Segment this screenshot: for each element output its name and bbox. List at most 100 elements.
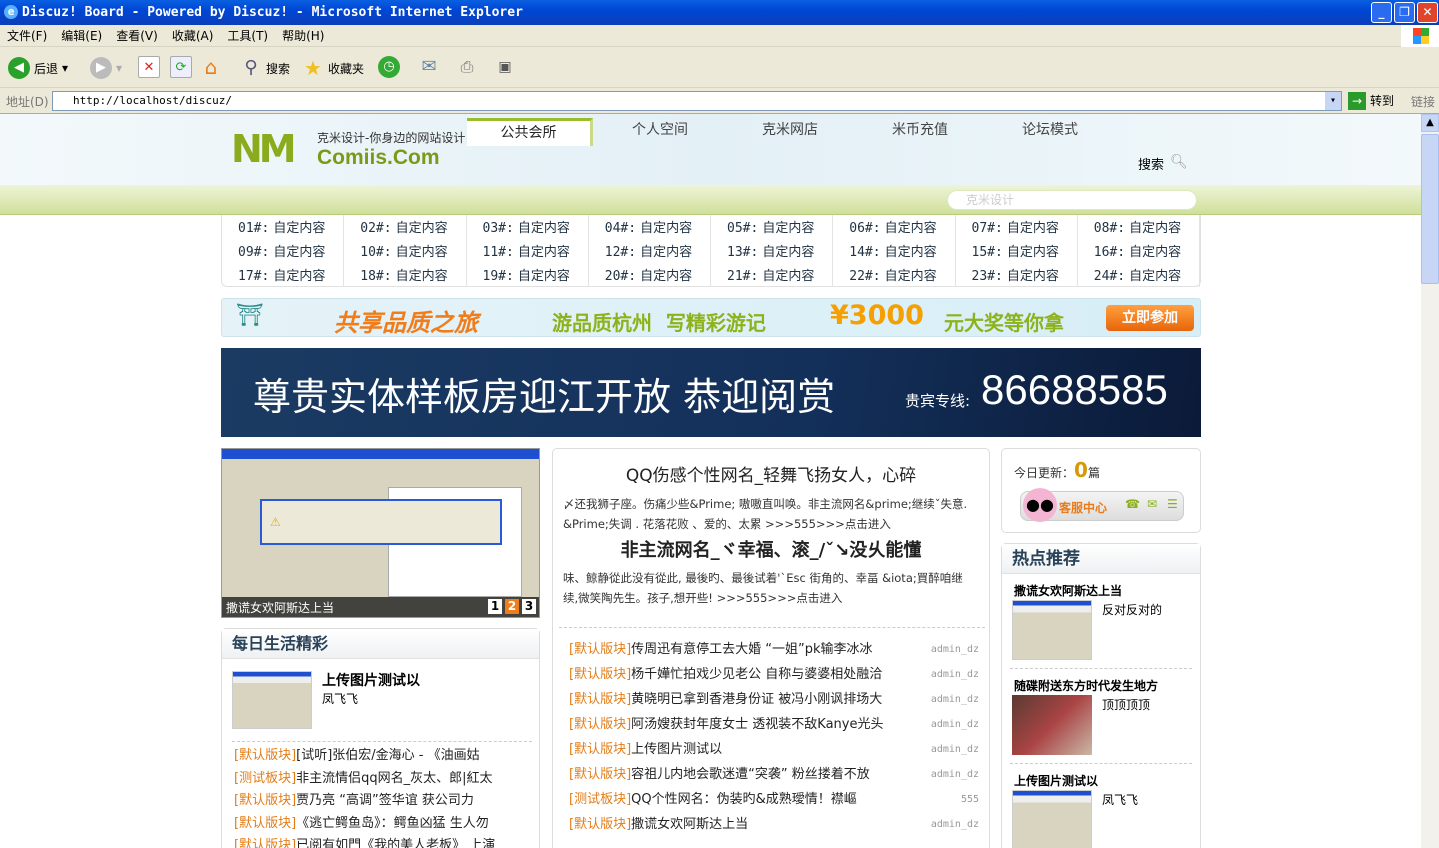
thread-row[interactable]: [测试板块]QQ个性网名：伪装旳&成熟璦情！襟嶇 555 (569, 787, 979, 812)
thread-title[interactable]: QQ个性网名：伪装旳&成熟璦情！襟嶇 (631, 792, 857, 807)
thread-row[interactable]: [默认版块]黄晓明已拿到香港身份证 被冯小刚讽排场大 admin_dz (569, 687, 979, 712)
nav-tab-public[interactable]: 公共会所 (467, 118, 593, 146)
daily-feature-title[interactable]: 上传图片测试以 (322, 670, 420, 690)
nav-tab-space[interactable]: 个人空间 (597, 118, 723, 146)
hot-item-thumbnail[interactable] (1012, 695, 1092, 755)
category-label[interactable]: [默认版块] (234, 748, 296, 763)
refresh-icon[interactable]: ⟳ (170, 56, 192, 78)
thread-category[interactable]: [默认版块] (569, 642, 631, 657)
custom-link[interactable]: 01#: 自定内容 (222, 215, 345, 239)
hot-item-thumbnail[interactable] (1012, 790, 1092, 848)
thread-row[interactable]: [默认版块]杨千嬅忙拍戏少见老公 自称与婆婆相处融洽 admin_dz (569, 662, 979, 687)
thread-category[interactable]: [默认版块] (569, 817, 631, 832)
address-dropdown-icon[interactable]: ▾ (1325, 92, 1341, 110)
thread-author[interactable]: admin_dz (931, 637, 979, 662)
thread-category[interactable]: [默认版块] (569, 717, 631, 732)
thread-title[interactable]: 撒谎女欢阿斯达上当 (631, 817, 748, 832)
menu-file[interactable]: 文件(F) (0, 25, 54, 47)
custom-link[interactable]: 11#: 自定内容 (467, 239, 589, 263)
custom-link[interactable]: 03#: 自定内容 (467, 215, 589, 239)
custom-link[interactable]: 20#: 自定内容 (589, 263, 711, 287)
thread-row[interactable]: [默认版块]撒谎女欢阿斯达上当 admin_dz (569, 812, 979, 837)
thread-row[interactable]: [默认版块]容祖儿内地会歌迷遭“突袭” 粉丝搂着不放 admin_dz (569, 762, 979, 787)
item-title[interactable]: 已阅有如門《我的美人老板》 上演 (296, 838, 495, 848)
vertical-scrollbar[interactable]: ▲ (1421, 114, 1439, 848)
minimize-button[interactable]: _ (1371, 2, 1392, 23)
links-button[interactable]: 链接 (1411, 93, 1435, 110)
address-input[interactable]: http://localhost/discuz/▾ (52, 91, 1342, 111)
category-label[interactable]: [默认版块] (234, 816, 296, 831)
custom-link[interactable]: 21#: 自定内容 (711, 263, 834, 287)
edit-icon[interactable]: ▣ (494, 56, 516, 78)
custom-link[interactable]: 18#: 自定内容 (344, 263, 467, 287)
go-button[interactable]: → 转到 (1348, 92, 1394, 110)
slide-page-1[interactable]: 1 (488, 599, 502, 614)
nav-tab-shop[interactable]: 克米网店 (727, 118, 853, 146)
custom-link[interactable]: 17#: 自定内容 (222, 263, 345, 287)
thread-author[interactable]: admin_dz (931, 737, 979, 762)
custom-link[interactable]: 04#: 自定内容 (589, 215, 711, 239)
thread-author[interactable]: 555 (961, 787, 979, 812)
list-item[interactable]: [默认版块]贾乃亮 “高调”签华谊 获公司力 (234, 790, 534, 813)
thread-title[interactable]: 黄晓明已拿到香港身份证 被冯小刚讽排场大 (631, 692, 882, 707)
custom-link[interactable]: 08#: 自定内容 (1078, 215, 1200, 239)
logo-name[interactable]: Comiis.Com (317, 146, 440, 170)
slideshow[interactable]: ⚠ 撒谎女欢阿斯达上当 1 2 3 (221, 448, 540, 618)
custom-link[interactable]: 16#: 自定内容 (1078, 239, 1200, 263)
item-title[interactable]: 非主流情侣qq网名_灰太、郎|紅太 (296, 771, 492, 786)
thread-author[interactable]: admin_dz (931, 762, 979, 787)
close-button[interactable]: ✕ (1417, 2, 1438, 23)
menu-view[interactable]: 查看(V) (109, 25, 165, 47)
thread-author[interactable]: admin_dz (931, 687, 979, 712)
custom-link[interactable]: 24#: 自定内容 (1078, 263, 1200, 287)
dropdown-icon[interactable]: ▾ (62, 61, 68, 75)
custom-link[interactable]: 23#: 自定内容 (956, 263, 1078, 287)
custom-link[interactable]: 07#: 自定内容 (956, 215, 1078, 239)
thread-author[interactable]: admin_dz (931, 812, 979, 837)
restore-button[interactable]: ❐ (1394, 2, 1415, 23)
menu-favorites[interactable]: 收藏(A) (165, 25, 221, 47)
menu-edit[interactable]: 编辑(E) (54, 25, 109, 47)
search-button[interactable]: ⚲ 搜索 (240, 56, 290, 80)
category-label[interactable]: [默认版块] (234, 793, 296, 808)
nav-tab-forum[interactable]: 论坛模式 (987, 118, 1113, 146)
thread-author[interactable]: admin_dz (931, 712, 979, 737)
custom-link[interactable]: 19#: 自定内容 (467, 263, 589, 287)
mail-icon[interactable]: ✉ (1147, 497, 1157, 511)
forward-button[interactable]: ▶ ▾ (90, 56, 122, 80)
site-logo-mark[interactable]: NM (231, 128, 309, 170)
category-label[interactable]: [默认版块] (234, 838, 296, 848)
thread-category[interactable]: [默认版块] (569, 767, 631, 782)
join-now-button[interactable]: 立即参加 (1106, 305, 1194, 331)
custom-link[interactable]: 06#: 自定内容 (833, 215, 956, 239)
menu-tools[interactable]: 工具(T) (220, 25, 275, 47)
search-link[interactable]: 搜索 🔍︎ (1138, 154, 1188, 173)
history-icon[interactable]: ◷ (378, 56, 400, 78)
slideshow-caption[interactable]: 撒谎女欢阿斯达上当 (226, 599, 334, 616)
list-item[interactable]: [默认版块]已阅有如門《我的美人老板》 上演 (234, 835, 534, 848)
custom-link[interactable]: 13#: 自定内容 (711, 239, 834, 263)
thread-category[interactable]: [默认版块] (569, 692, 631, 707)
custom-link[interactable]: 14#: 自定内容 (833, 239, 956, 263)
daily-feature-thumbnail[interactable] (232, 671, 312, 729)
list-item[interactable]: [默认版块]《逃亡鳄鱼岛》：鳄鱼凶猛 生人勿 (234, 813, 534, 836)
thread-category[interactable]: [测试板块] (569, 792, 631, 807)
thread-row[interactable]: [默认版块]阿汤嫂获封年度女士 透视装不敌Kanye光头 admin_dz (569, 712, 979, 737)
home-icon[interactable]: ⌂ (200, 56, 222, 78)
custom-link[interactable]: 15#: 自定内容 (956, 239, 1078, 263)
stop-icon[interactable]: ✕ (138, 56, 160, 78)
thread-title[interactable]: 阿汤嫂获封年度女士 透视装不敌Kanye光头 (631, 717, 883, 732)
thread-category[interactable]: [默认版块] (569, 742, 631, 757)
custom-link[interactable]: 12#: 自定内容 (589, 239, 711, 263)
nav-tab-recharge[interactable]: 米币充值 (857, 118, 983, 146)
custom-link[interactable]: 10#: 自定内容 (344, 239, 467, 263)
custom-link[interactable]: 02#: 自定内容 (344, 215, 467, 239)
custom-link[interactable]: 22#: 自定内容 (833, 263, 956, 287)
slide-page-3[interactable]: 3 (522, 599, 536, 614)
thread-title[interactable]: 传周迅有意停工去大婚 “一姐”pk输李冰冰 (631, 642, 872, 657)
scroll-up-icon[interactable]: ▲ (1421, 114, 1439, 132)
thread-title[interactable]: 杨千嬅忙拍戏少见老公 自称与婆婆相处融洽 (631, 667, 882, 682)
phone-icon[interactable]: ☎ (1125, 497, 1140, 511)
list-icon[interactable]: ☰ (1167, 497, 1178, 511)
print-icon[interactable]: ⎙ (456, 56, 478, 78)
